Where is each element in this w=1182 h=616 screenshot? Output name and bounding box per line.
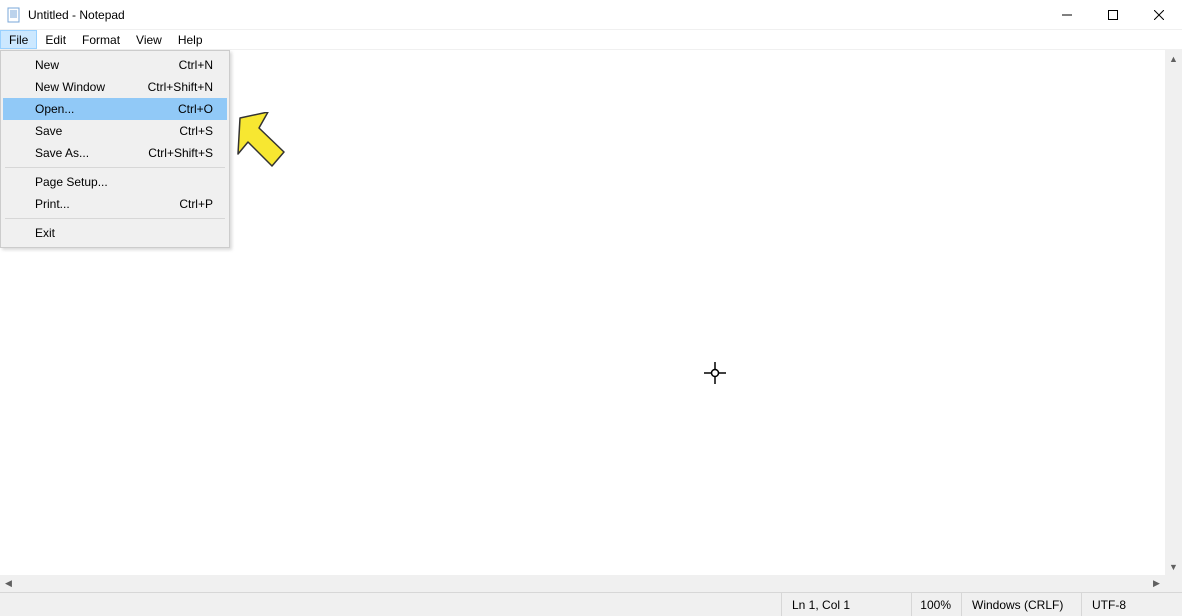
menu-file[interactable]: File	[0, 30, 37, 49]
menu-item-shortcut: Ctrl+Shift+S	[148, 146, 213, 160]
scroll-up-icon[interactable]: ▲	[1165, 50, 1182, 67]
menu-separator	[5, 218, 225, 219]
close-button[interactable]	[1136, 0, 1182, 29]
menu-edit[interactable]: Edit	[37, 30, 74, 49]
notepad-icon	[6, 7, 22, 23]
title-bar: Untitled - Notepad	[0, 0, 1182, 30]
scroll-right-icon[interactable]: ▶	[1148, 575, 1165, 592]
status-spacer	[0, 593, 782, 616]
scroll-down-icon[interactable]: ▼	[1165, 558, 1182, 575]
file-menu-exit[interactable]: Exit	[3, 222, 227, 244]
menu-item-label: Save	[35, 124, 62, 138]
status-zoom: 100%	[912, 593, 962, 616]
vertical-scrollbar[interactable]: ▲ ▼	[1165, 50, 1182, 575]
menu-view[interactable]: View	[128, 30, 170, 49]
file-menu-save[interactable]: Save Ctrl+S	[3, 120, 227, 142]
file-menu-open[interactable]: Open... Ctrl+O	[3, 98, 227, 120]
scroll-left-icon[interactable]: ◀	[0, 575, 17, 592]
menu-item-shortcut: Ctrl+N	[179, 58, 213, 72]
menu-item-label: Page Setup...	[35, 175, 108, 189]
window-title: Untitled - Notepad	[28, 8, 125, 22]
file-menu-page-setup[interactable]: Page Setup...	[3, 171, 227, 193]
menu-item-label: Open...	[35, 102, 74, 116]
menu-item-shortcut: Ctrl+Shift+N	[148, 80, 213, 94]
minimize-button[interactable]	[1044, 0, 1090, 29]
file-menu-print[interactable]: Print... Ctrl+P	[3, 193, 227, 215]
menu-item-shortcut: Ctrl+S	[179, 124, 213, 138]
menu-item-shortcut: Ctrl+O	[178, 102, 213, 116]
menu-help[interactable]: Help	[170, 30, 211, 49]
window-controls	[1044, 0, 1182, 29]
menu-item-label: New Window	[35, 80, 105, 94]
file-menu-new-window[interactable]: New Window Ctrl+Shift+N	[3, 76, 227, 98]
file-menu-save-as[interactable]: Save As... Ctrl+Shift+S	[3, 142, 227, 164]
menu-format[interactable]: Format	[74, 30, 128, 49]
menu-separator	[5, 167, 225, 168]
menu-bar: File Edit Format View Help	[0, 30, 1182, 50]
status-position: Ln 1, Col 1	[782, 593, 912, 616]
file-menu-dropdown: New Ctrl+N New Window Ctrl+Shift+N Open.…	[0, 50, 230, 248]
horizontal-scrollbar[interactable]: ◀ ▶	[0, 575, 1165, 592]
maximize-button[interactable]	[1090, 0, 1136, 29]
status-bar: Ln 1, Col 1 100% Windows (CRLF) UTF-8	[0, 592, 1182, 616]
status-encoding: UTF-8	[1082, 593, 1182, 616]
scroll-corner	[1165, 575, 1182, 592]
menu-item-label: Print...	[35, 197, 70, 211]
menu-item-shortcut: Ctrl+P	[179, 197, 213, 211]
status-line-ending: Windows (CRLF)	[962, 593, 1082, 616]
menu-item-label: Exit	[35, 226, 55, 240]
menu-item-label: Save As...	[35, 146, 89, 160]
file-menu-new[interactable]: New Ctrl+N	[3, 54, 227, 76]
menu-item-label: New	[35, 58, 59, 72]
